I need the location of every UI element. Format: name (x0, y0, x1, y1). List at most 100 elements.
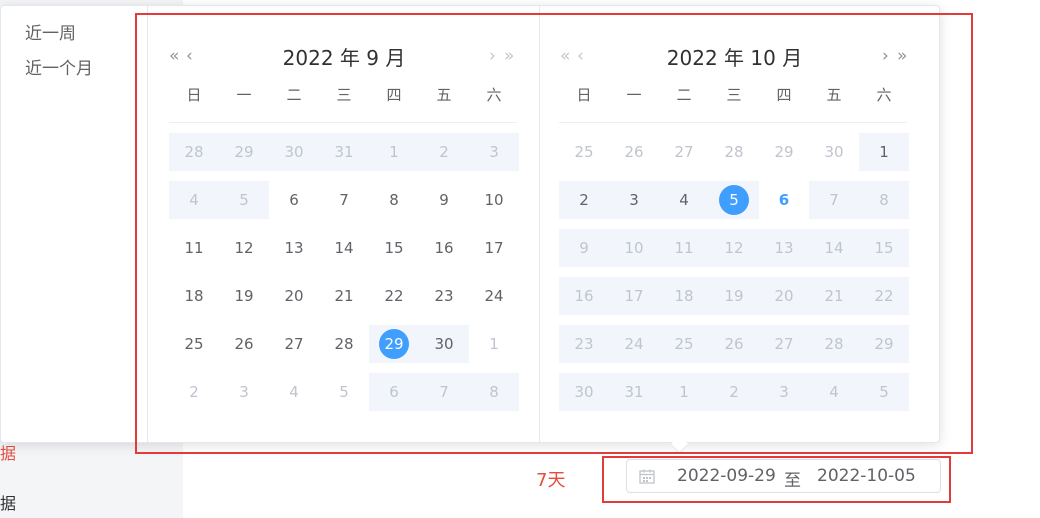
date-cell[interactable]: 6 (269, 181, 319, 219)
date-cell[interactable]: 3 (609, 181, 659, 219)
date-cell-selected[interactable]: 29 (369, 325, 419, 363)
range-end-value[interactable]: 2022-10-05 (817, 466, 916, 486)
date-cell[interactable]: 4 (809, 373, 859, 411)
date-cell[interactable]: 15 (369, 229, 419, 267)
date-cell[interactable]: 17 (609, 277, 659, 315)
date-cell[interactable]: 3 (759, 373, 809, 411)
date-cell[interactable]: 11 (659, 229, 709, 267)
date-cell[interactable]: 18 (169, 277, 219, 315)
range-start-value[interactable]: 2022-09-29 (677, 466, 776, 486)
date-cell[interactable]: 28 (709, 133, 759, 171)
date-cell[interactable]: 1 (469, 325, 519, 363)
date-cell[interactable]: 19 (709, 277, 759, 315)
date-cell[interactable]: 13 (759, 229, 809, 267)
date-cell[interactable]: 4 (169, 181, 219, 219)
date-cell[interactable]: 22 (369, 277, 419, 315)
date-cell[interactable]: 23 (419, 277, 469, 315)
date-cell[interactable]: 12 (709, 229, 759, 267)
next-month-icon[interactable]: › (489, 46, 496, 66)
date-range-input[interactable]: 2022-09-29 至 2022-10-05 (626, 459, 941, 493)
date-cell-today[interactable]: 6 (759, 181, 809, 219)
shortcut-last-week[interactable]: 近一周 (25, 19, 76, 44)
date-cell[interactable]: 30 (809, 133, 859, 171)
date-cell[interactable]: 8 (859, 181, 909, 219)
date-cell[interactable]: 28 (319, 325, 369, 363)
date-cell[interactable]: 2 (419, 133, 469, 171)
date-cell[interactable]: 29 (219, 133, 269, 171)
left-nav-item[interactable]: 数据 (0, 490, 16, 514)
date-cell[interactable]: 17 (469, 229, 519, 267)
date-cell[interactable]: 29 (859, 325, 909, 363)
date-cell[interactable]: 25 (559, 133, 609, 171)
date-cell[interactable]: 8 (469, 373, 519, 411)
date-cell[interactable]: 4 (269, 373, 319, 411)
date-cell[interactable]: 7 (419, 373, 469, 411)
date-cell[interactable]: 3 (219, 373, 269, 411)
date-cell[interactable]: 7 (319, 181, 369, 219)
date-cell[interactable]: 21 (319, 277, 369, 315)
date-cell[interactable]: 5 (219, 181, 269, 219)
date-cell[interactable]: 29 (759, 133, 809, 171)
left-nav-item-active[interactable]: 数据 (0, 440, 16, 464)
date-cell[interactable]: 1 (859, 133, 909, 171)
date-cell[interactable]: 19 (219, 277, 269, 315)
calendar-header-right: « ‹ 2022 年 10 月 › » (540, 38, 929, 74)
date-cell[interactable]: 10 (469, 181, 519, 219)
date-cell[interactable]: 31 (609, 373, 659, 411)
date-cell[interactable]: 15 (859, 229, 909, 267)
date-cell[interactable]: 30 (559, 373, 609, 411)
date-cell[interactable]: 21 (809, 277, 859, 315)
date-cell[interactable]: 28 (169, 133, 219, 171)
date-cell[interactable]: 27 (759, 325, 809, 363)
date-cell[interactable]: 2 (559, 181, 609, 219)
next-month-icon[interactable]: › (882, 46, 889, 66)
weekday-header: 二 (286, 86, 302, 104)
date-cell[interactable]: 13 (269, 229, 319, 267)
date-cell[interactable]: 22 (859, 277, 909, 315)
date-cell[interactable]: 18 (659, 277, 709, 315)
date-cell[interactable]: 16 (559, 277, 609, 315)
date-cell[interactable]: 31 (319, 133, 369, 171)
date-cell[interactable]: 1 (369, 133, 419, 171)
date-cell[interactable]: 26 (609, 133, 659, 171)
date-cell[interactable]: 12 (219, 229, 269, 267)
next-year-icon[interactable]: » (504, 46, 515, 66)
date-cell[interactable]: 14 (809, 229, 859, 267)
date-cell[interactable]: 28 (809, 325, 859, 363)
date-cell[interactable]: 27 (659, 133, 709, 171)
date-cell[interactable]: 30 (419, 325, 469, 363)
date-cell[interactable]: 6 (369, 373, 419, 411)
date-cell[interactable]: 2 (709, 373, 759, 411)
date-cell[interactable]: 26 (219, 325, 269, 363)
date-cell[interactable]: 26 (709, 325, 759, 363)
date-cell[interactable]: 30 (269, 133, 319, 171)
weekday-header: 一 (236, 86, 252, 104)
weekday-header: 三 (336, 86, 352, 104)
date-cell[interactable]: 14 (319, 229, 369, 267)
date-cell[interactable]: 9 (419, 181, 469, 219)
date-cell[interactable]: 25 (659, 325, 709, 363)
date-cell[interactable]: 5 (319, 373, 369, 411)
date-cell[interactable]: 20 (269, 277, 319, 315)
date-cell[interactable]: 24 (609, 325, 659, 363)
date-cell[interactable]: 9 (559, 229, 609, 267)
date-cell[interactable]: 8 (369, 181, 419, 219)
date-cell[interactable]: 7 (809, 181, 859, 219)
date-cell[interactable]: 16 (419, 229, 469, 267)
next-year-icon[interactable]: » (897, 46, 908, 66)
date-cell[interactable]: 10 (609, 229, 659, 267)
date-cell[interactable]: 2 (169, 373, 219, 411)
range-days-label: 7天 (536, 470, 566, 491)
date-cell[interactable]: 24 (469, 277, 519, 315)
date-cell[interactable]: 4 (659, 181, 709, 219)
date-cell[interactable]: 25 (169, 325, 219, 363)
date-cell[interactable]: 11 (169, 229, 219, 267)
date-cell[interactable]: 23 (559, 325, 609, 363)
date-cell-selected[interactable]: 5 (709, 181, 759, 219)
date-cell[interactable]: 3 (469, 133, 519, 171)
date-cell[interactable]: 27 (269, 325, 319, 363)
shortcut-last-month[interactable]: 近一个月 (25, 54, 93, 79)
date-cell[interactable]: 20 (759, 277, 809, 315)
date-cell[interactable]: 5 (859, 373, 909, 411)
date-cell[interactable]: 1 (659, 373, 709, 411)
